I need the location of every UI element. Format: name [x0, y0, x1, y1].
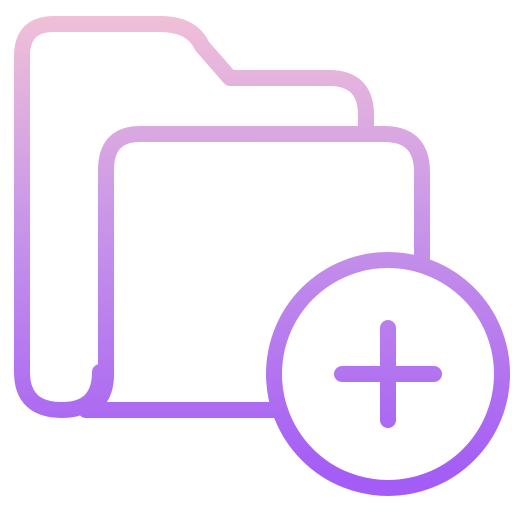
add-folder-icon-canvas	[0, 0, 512, 512]
plus-icon	[334, 320, 442, 428]
add-folder-icon	[14, 16, 510, 496]
folder-back-icon	[14, 16, 374, 418]
